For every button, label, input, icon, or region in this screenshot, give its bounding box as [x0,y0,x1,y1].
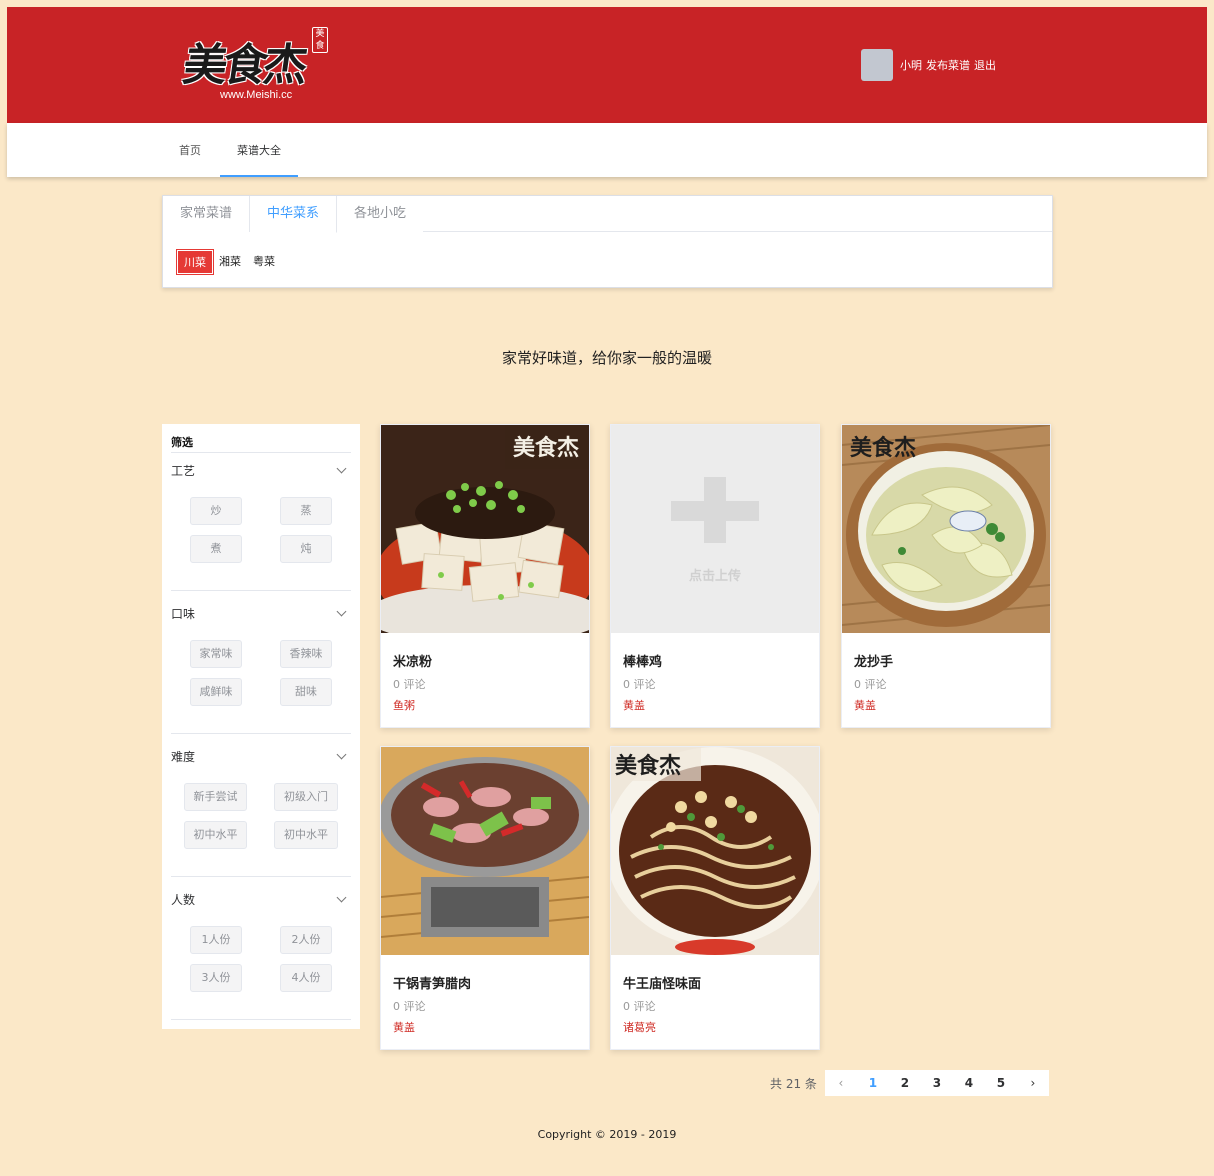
upload-placeholder-text: 点击上传 [688,569,741,584]
upload-placeholder-image[interactable]: 点击上传 [611,425,819,633]
recipe-card[interactable]: 美食杰 牛王庙怪味面 0 评论 诸葛亮 [610,746,820,1050]
filter-option[interactable]: 1人份 [190,926,242,954]
recipe-image[interactable]: 美食杰 [381,425,589,633]
filter-option[interactable]: 2人份 [280,926,332,954]
tab-local-snacks[interactable]: 各地小吃 [337,196,424,232]
filter-option[interactable]: 初中水平 [184,821,247,849]
filter-group-technique[interactable]: 工艺 [171,460,351,480]
filter-group-label: 难度 [171,749,196,764]
recipe-comments: 0 评论 [393,678,426,691]
recipe-author[interactable]: 诸葛亮 [623,1019,656,1035]
recipe-author[interactable]: 黄盖 [623,697,645,713]
recipe-author[interactable]: 鱼粥 [393,697,415,713]
pagination-buttons: ‹ 1 2 3 4 5 › [824,1070,1049,1096]
recipe-name[interactable]: 棒棒鸡 [623,651,662,670]
filter-option[interactable]: 咸鲜味 [190,678,242,706]
filter-option[interactable]: 初中水平 [274,821,338,849]
category-card: 家常菜谱 中华菜系 各地小吃 川菜 湘菜 粤菜 [162,195,1053,288]
nav-item-home[interactable]: 首页 [179,123,201,177]
filter-option[interactable]: 3人份 [190,964,242,992]
recipe-author[interactable]: 黄盖 [393,1019,415,1035]
filter-title: 筛选 [171,434,351,453]
filter-option[interactable]: 香辣味 [280,640,332,668]
filter-option[interactable]: 煮 [190,535,242,563]
filter-group-servings[interactable]: 人数 [171,889,351,909]
recipe-name[interactable]: 干锅青笋腊肉 [393,973,471,992]
filter-option[interactable]: 甜味 [280,678,332,706]
divider [171,1019,351,1020]
tab-home-cooking[interactable]: 家常菜谱 [163,196,251,232]
filter-group-label: 口味 [171,606,196,621]
divider [171,733,351,734]
divider [171,876,351,877]
main-nav: 首页 菜谱大全 [7,123,1207,177]
filter-option[interactable]: 4人份 [280,964,332,992]
page-button[interactable]: 3 [921,1070,953,1096]
recipe-comments: 0 评论 [854,678,887,691]
filter-panel: 筛选 工艺 炒 蒸 煮 炖 口味 家常味 香辣味 咸鲜味 甜味 难度 新手尝试 … [162,424,360,1029]
recipe-name[interactable]: 龙抄手 [854,651,893,670]
prev-page-icon[interactable]: ‹ [825,1070,857,1096]
cuisine-hunan[interactable]: 湘菜 [213,250,247,274]
recipe-image[interactable]: 美食杰 [842,425,1050,633]
filter-option[interactable]: 蒸 [280,497,332,525]
filter-option[interactable]: 炖 [280,535,332,563]
recipe-image[interactable] [381,747,589,955]
logo-text: 美食杰 [179,40,307,91]
divider [171,590,351,591]
logo-seal: 美食 [312,27,328,53]
svg-text:美食杰: 美食杰 [615,753,681,779]
pagination-total: 共 21 条 [770,1076,817,1091]
recipe-image[interactable]: 美食杰 [611,747,819,955]
footer-copyright: Copyright © 2019 - 2019 [537,1128,677,1141]
cuisine-list: 川菜 湘菜 粤菜 [176,249,281,275]
filter-option[interactable]: 新手尝试 [184,783,247,811]
avatar[interactable] [861,49,893,81]
page-button[interactable]: 5 [985,1070,1017,1096]
recipe-comments: 0 评论 [623,1000,656,1013]
chevron-down-icon [336,463,347,473]
cuisine-sichuan[interactable]: 川菜 [176,249,214,275]
filter-group-difficulty[interactable]: 难度 [171,746,351,766]
filter-option[interactable]: 家常味 [190,640,242,668]
filter-option[interactable]: 炒 [190,497,242,525]
page-button[interactable]: 1 [857,1070,889,1096]
recipe-card[interactable]: 干锅青笋腊肉 0 评论 黄盖 [380,746,590,1050]
site-logo[interactable]: 美食杰 美食 www.Meishi.cc [180,23,334,107]
recipe-card[interactable]: 点击上传 棒棒鸡 0 评论 黄盖 [610,424,820,728]
recipe-author[interactable]: 黄盖 [854,697,876,713]
svg-text:美食杰: 美食杰 [513,435,579,461]
chevron-down-icon [336,892,347,902]
chevron-down-icon [336,606,347,616]
site-header: 美食杰 美食 www.Meishi.cc 小明 发布菜谱 退出 [7,7,1207,123]
filter-group-label: 人数 [171,892,196,907]
page-button[interactable]: 2 [889,1070,921,1096]
publish-recipe-link[interactable]: 发布菜谱 [926,57,970,73]
recipe-comments: 0 评论 [623,678,656,691]
chevron-down-icon [336,749,347,759]
user-area: 小明 发布菜谱 退出 [861,49,996,81]
frame-top [0,0,1214,7]
nav-item-recipes[interactable]: 菜谱大全 [220,123,298,177]
recipe-card[interactable]: 美食杰 龙抄手 0 评论 黄盖 [841,424,1051,728]
filter-option[interactable]: 初级入门 [274,783,338,811]
user-name-link[interactable]: 小明 [900,57,922,73]
cuisine-cantonese[interactable]: 粤菜 [247,250,281,274]
slogan: 家常好味道，给你家一般的温暖 [501,349,712,367]
logout-link[interactable]: 退出 [974,57,996,73]
logo-url: www.Meishi.cc [220,89,293,101]
next-page-icon[interactable]: › [1017,1070,1049,1096]
page-button[interactable]: 4 [953,1070,985,1096]
pagination: 共 21 条 ‹ 1 2 3 4 5 › [770,1070,1049,1096]
recipe-name[interactable]: 米凉粉 [393,651,432,670]
recipe-name[interactable]: 牛王庙怪味面 [623,973,701,992]
filter-group-flavor[interactable]: 口味 [171,603,351,623]
recipe-card[interactable]: 美食杰 米凉粉 0 评论 鱼粥 [380,424,590,728]
category-tabs: 家常菜谱 中华菜系 各地小吃 [163,196,1052,233]
svg-text:美食杰: 美食杰 [850,435,916,461]
tab-chinese-cuisines[interactable]: 中华菜系 [250,196,338,233]
filter-group-label: 工艺 [171,463,196,478]
recipe-comments: 0 评论 [393,1000,426,1013]
